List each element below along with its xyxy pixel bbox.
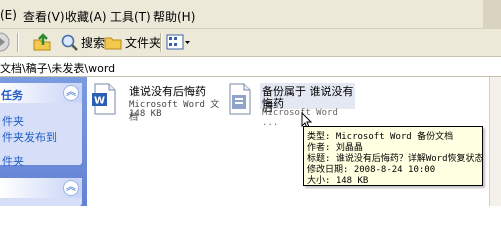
panel-header[interactable]: ︽ [0,178,82,198]
search-icon [61,34,78,51]
toolbar-separator [160,33,161,52]
collapse-chevron-icon[interactable]: ︽ [63,180,79,196]
task-link-share-folder[interactable]: 件夹 [2,153,24,169]
forward-button[interactable] [0,32,14,52]
task-link-publish-folder[interactable]: 件夹发布到 [2,129,57,145]
forward-arrow-icon [0,32,10,52]
address-bar[interactable]: 文档\稿子\未发表\word [0,57,501,77]
menu-help[interactable]: 帮助(H) [153,8,195,25]
menu-bar: (E) 查看(V) 收藏(A) 工具(T) 帮助(H) [0,0,501,29]
folders-label: 文件夹 [125,35,162,50]
menu-view[interactable]: 查看(V) [23,8,65,25]
views-button[interactable] [166,32,191,52]
file-item-doc[interactable]: W 谁说没有后悔药 Microsoft Word 文档 148 KB [92,83,222,123]
menu-tools[interactable]: 工具(T) [110,8,151,25]
file-info-tooltip: 类型: Microsoft Word 备份文档 作者: 刘晶晶 标题: 谁说没有… [303,126,484,186]
menu-edit[interactable]: (E) [0,8,17,22]
up-folder-icon [33,33,51,51]
file-folder-tasks-panel: 任务 ︽ 件夹 件夹发布到 件夹 [0,83,82,168]
views-icon [166,34,184,50]
search-label: 搜索 [81,35,106,50]
address-path[interactable]: 文档\稿子\未发表\word [0,60,115,76]
vertical-scrollbar[interactable] [489,77,501,206]
task-link-new-folder[interactable]: 件夹 [2,113,24,129]
folder-icon [104,37,122,50]
folders-button[interactable]: 文件夹 [104,32,161,52]
search-button[interactable]: 搜索 [60,32,105,52]
windows-logo-area [483,0,501,28]
word-document-icon: W [92,83,116,115]
file-size: 148 KB [129,109,162,119]
other-places-panel: ︽ [0,178,82,206]
task-pane: 任务 ︽ 件夹 件夹发布到 件夹 ︽ [0,77,87,206]
up-folder-button[interactable] [32,32,52,52]
toolbar-separator [17,33,18,52]
menu-favorites[interactable]: 收藏(A) [65,8,107,25]
word-backup-icon [229,83,251,115]
tooltip-size: 大小: 148 KB [307,176,369,186]
collapse-chevron-icon[interactable]: ︽ [63,85,79,101]
panel-header[interactable]: 任务 ︽ [0,83,82,103]
toolbar: 搜索 文件夹 [0,29,501,57]
panel-title: 任务 [1,89,23,102]
svg-text:W: W [94,96,105,107]
file-item-backup[interactable]: 备份属于 谁说没有后 悔药 Microsoft Word ... [227,83,355,128]
chevron-down-icon [185,41,190,44]
